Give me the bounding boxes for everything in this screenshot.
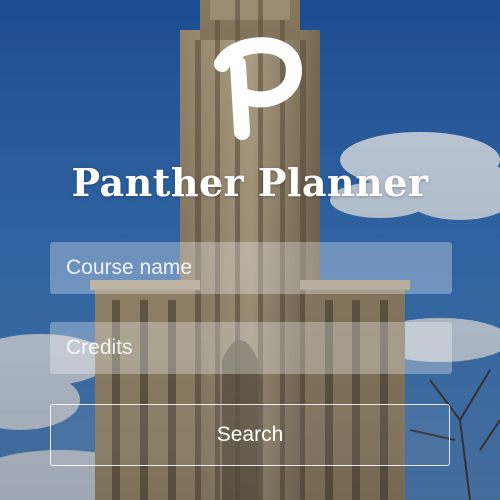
panther-p-logo-icon [214, 37, 303, 140]
credits-input[interactable] [50, 322, 452, 374]
search-button[interactable]: Search [50, 404, 450, 466]
course-name-input[interactable] [50, 242, 452, 294]
app-title: Panther Planner [71, 160, 429, 205]
